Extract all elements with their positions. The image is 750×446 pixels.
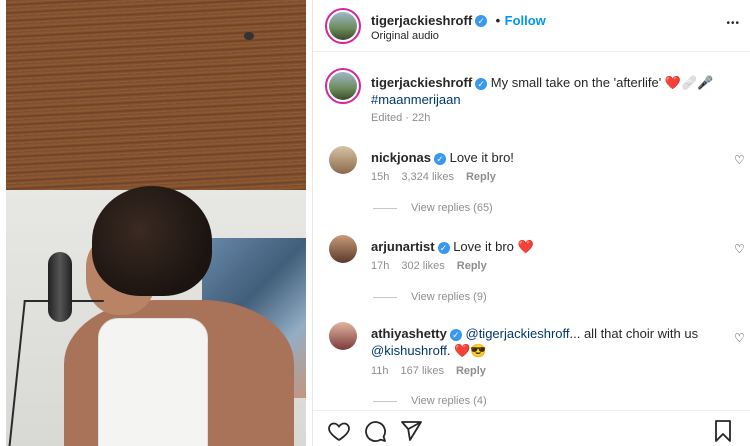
audio-label[interactable]: Original audio bbox=[371, 30, 439, 42]
commenter-avatar[interactable] bbox=[329, 235, 357, 263]
comment-row: athiyashetty ✓ @tigerjackieshroff... all … bbox=[371, 325, 721, 359]
view-replies-button[interactable]: View replies (9) bbox=[373, 291, 487, 303]
hashtag-link[interactable]: #maanmerijaan bbox=[371, 92, 461, 107]
view-replies-button[interactable]: View replies (65) bbox=[373, 202, 493, 214]
save-bookmark-icon[interactable] bbox=[711, 419, 735, 443]
like-comment-icon[interactable]: ♡ bbox=[734, 153, 746, 167]
comment-row: arjunartist ✓ Love it bro ❤️ bbox=[371, 238, 711, 255]
view-replies-label: View replies (9) bbox=[411, 291, 487, 303]
separator-dot: • bbox=[495, 13, 501, 28]
caption: tigerjackieshroff ✓ My small take on the … bbox=[371, 74, 731, 108]
person-hair bbox=[92, 186, 212, 296]
comment-likes[interactable]: 3,324 likes bbox=[401, 171, 454, 183]
commenter-avatar[interactable] bbox=[329, 322, 357, 350]
comment-username[interactable]: arjunartist bbox=[371, 239, 435, 254]
comment-emoji: ❤️😎 bbox=[454, 343, 487, 358]
edited-label: Edited · 22h bbox=[371, 112, 431, 124]
reply-button[interactable]: Reply bbox=[456, 365, 486, 377]
follow-button[interactable]: Follow bbox=[505, 13, 546, 28]
comment-text: Love it bro bbox=[453, 239, 514, 254]
reply-button[interactable]: Reply bbox=[457, 260, 487, 272]
commenter-avatar[interactable] bbox=[329, 146, 357, 174]
action-bar bbox=[313, 410, 750, 446]
like-comment-icon[interactable]: ♡ bbox=[734, 242, 746, 256]
caption-avatar[interactable] bbox=[325, 68, 361, 104]
comment-likes[interactable]: 167 likes bbox=[401, 365, 444, 377]
ceiling-image-region bbox=[6, 0, 306, 210]
mention-link[interactable]: @kishushroff bbox=[371, 343, 447, 358]
author-username[interactable]: tigerjackieshroff bbox=[371, 13, 472, 28]
post-header: tigerjackieshroff ✓ • Follow Original aud… bbox=[313, 0, 750, 52]
author-avatar[interactable] bbox=[325, 8, 361, 44]
comment-meta: 11h 167 likes Reply bbox=[371, 365, 498, 377]
comment-meta: 17h 302 likes Reply bbox=[371, 260, 499, 272]
comment-text: ... all that choir with us bbox=[569, 326, 699, 341]
caption-text: My small take on the 'afterlife' bbox=[490, 75, 662, 90]
like-comment-icon[interactable]: ♡ bbox=[734, 331, 746, 345]
caption-username[interactable]: tigerjackieshroff bbox=[371, 75, 472, 90]
replies-line bbox=[373, 207, 397, 209]
caption-emoji: ❤️🩹🎤 bbox=[664, 75, 714, 90]
like-heart-icon[interactable] bbox=[327, 419, 351, 443]
comment-time: 17h bbox=[371, 260, 390, 272]
comment-time: 11h bbox=[371, 365, 389, 377]
heart-emoji: ❤️ bbox=[517, 239, 534, 254]
comment-username[interactable]: athiyashetty bbox=[371, 326, 447, 341]
comment-meta: 15h 3,324 likes Reply bbox=[371, 171, 508, 183]
view-replies-label: View replies (4) bbox=[411, 395, 487, 407]
comment-row: nickjonas ✓ Love it bro! bbox=[371, 149, 711, 166]
comment-text: Love it bro! bbox=[449, 150, 514, 165]
comment-time: 15h bbox=[371, 171, 390, 183]
verified-icon: ✓ bbox=[437, 241, 450, 254]
instagram-post-view: tigerjackieshroff ✓ • Follow Original aud… bbox=[0, 0, 750, 446]
ceiling-light bbox=[244, 32, 254, 40]
view-replies-button[interactable]: View replies (4) bbox=[373, 395, 487, 407]
more-options-icon[interactable]: ••• bbox=[726, 18, 740, 29]
verified-icon: ✓ bbox=[475, 77, 488, 90]
mention-link[interactable]: @tigerjackieshroff bbox=[466, 326, 570, 341]
comment-likes[interactable]: 302 likes bbox=[401, 260, 444, 272]
verified-icon: ✓ bbox=[433, 152, 446, 165]
author-line: tigerjackieshroff ✓ • Follow bbox=[371, 12, 546, 30]
post-details-panel: tigerjackieshroff ✓ • Follow Original aud… bbox=[313, 0, 750, 446]
view-replies-label: View replies (65) bbox=[411, 202, 493, 214]
comment-username[interactable]: nickjonas bbox=[371, 150, 431, 165]
verified-icon: ✓ bbox=[449, 328, 462, 341]
comment-text: . bbox=[446, 343, 451, 358]
verified-icon: ✓ bbox=[475, 14, 488, 27]
replies-line bbox=[373, 400, 397, 402]
replies-line bbox=[373, 296, 397, 298]
microphone bbox=[48, 252, 72, 322]
mic-stand bbox=[8, 300, 104, 446]
video-media[interactable] bbox=[6, 0, 306, 446]
comment-bubble-icon[interactable] bbox=[363, 419, 387, 443]
reply-button[interactable]: Reply bbox=[466, 171, 496, 183]
person-tank-top bbox=[98, 318, 208, 446]
share-send-icon[interactable] bbox=[399, 419, 423, 443]
